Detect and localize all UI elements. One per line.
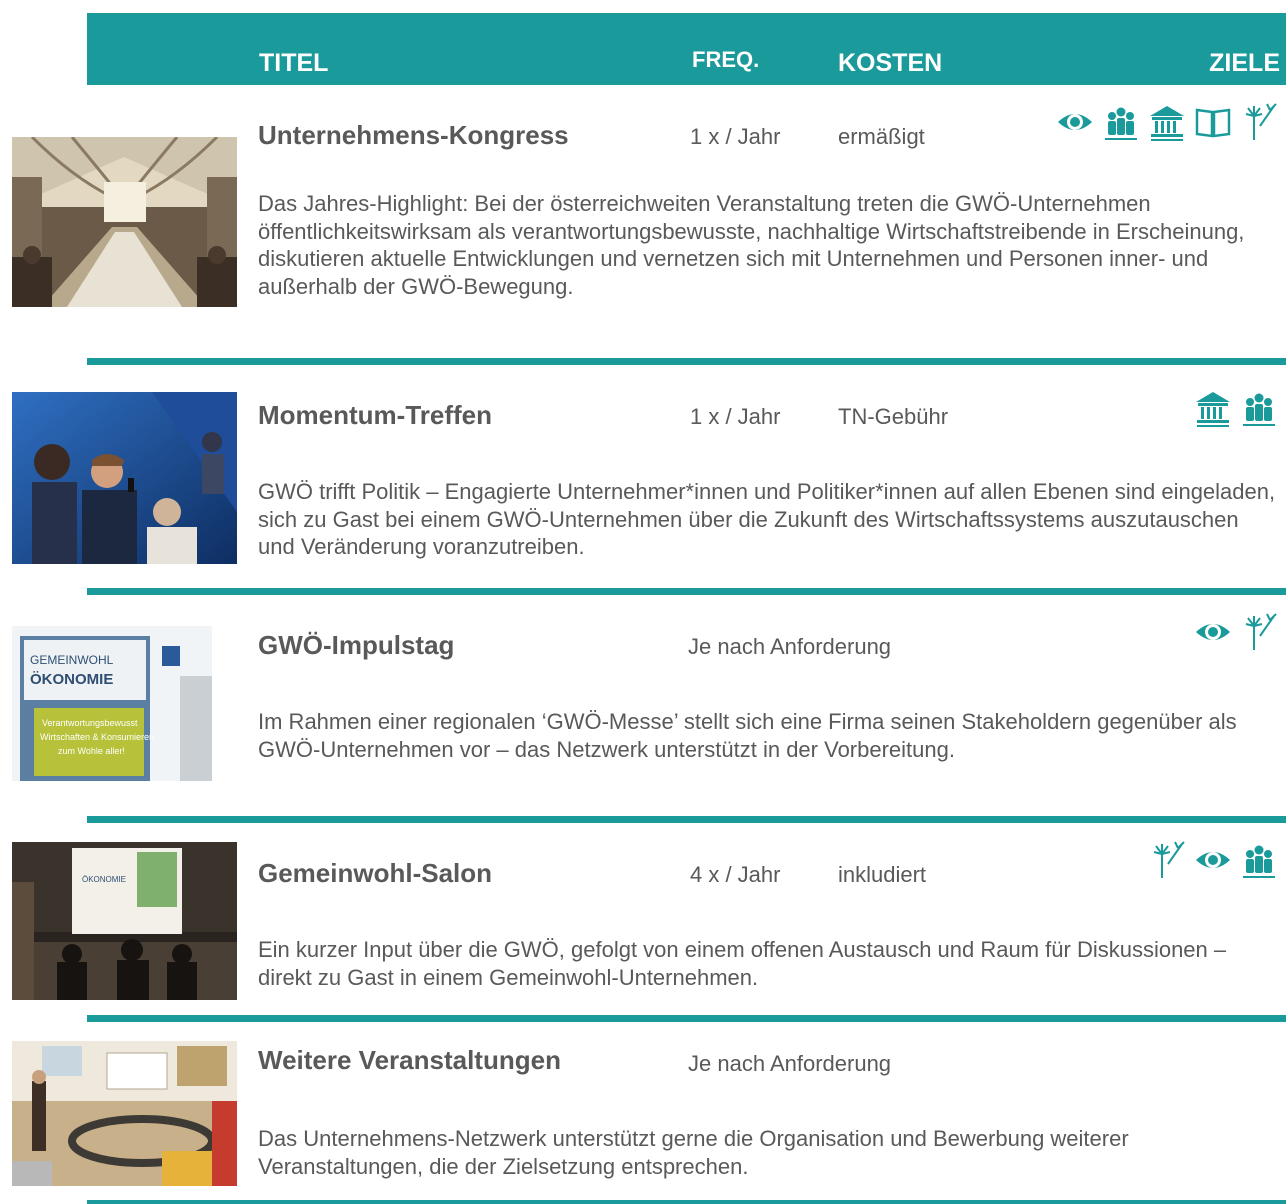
event-frequency: 4 x / Jahr [690,862,781,887]
row-divider [87,1015,1286,1022]
people-icon [1240,388,1278,428]
event-frequency: Je nach Anforderung [688,634,892,659]
svg-text:ÖKONOMIE: ÖKONOMIE [82,875,126,884]
row-divider [87,816,1286,823]
banner-text-line2: ÖKONOMIE [30,671,113,688]
people-icon [1240,840,1278,880]
event-frequency: 1 x / Jahr [690,404,781,429]
event-cost: ermäßigt [838,124,925,149]
header-costs: KOSTEN [838,49,943,77]
event-title: Unternehmens-Kongress [258,120,569,150]
row-divider [87,1200,1286,1204]
event-frequency: 1 x / Jahr [690,124,781,149]
event-description: Das Unternehmens-Netzwerk unterstützt ge… [258,1126,1129,1179]
event-cost: TN-Gebühr [838,404,949,429]
institution-icon [1194,388,1232,428]
table-header: TITEL FREQ. KOSTEN ZIELE [87,13,1286,85]
people-icon [1102,102,1140,142]
header-goals: ZIELE [1209,49,1280,77]
event-title: Gemeinwohl-Salon [258,858,493,888]
dandelion-icon [1148,840,1186,880]
banner-text-line4: Wirtschaften & Konsumieren [40,732,154,742]
row-divider [87,358,1286,365]
event-title: Weitere Veranstaltungen [258,1045,561,1075]
eye-icon [1056,102,1094,142]
event-goal-icons [1194,388,1278,428]
event-frequency: Je nach Anforderung [688,1051,892,1076]
eye-icon [1194,840,1232,880]
event-photo-panel-discussion [12,392,237,564]
event-description: GWÖ trifft Politik – Engagierte Unterneh… [258,479,1276,559]
banner-text-line5: zum Wohle aller! [58,746,125,756]
institution-icon [1148,102,1186,142]
event-photo-salon: ÖKONOMIE [12,842,237,1000]
banner-text-line1: GEMEINWOHL [30,653,114,667]
event-goal-icons [1056,102,1278,142]
header-title: TITEL [259,49,329,77]
event-title: GWÖ-Impulstag [258,630,455,660]
event-photo-congress-hall [12,137,237,307]
event-description: Ein kurzer Input über die GWÖ, gefolgt v… [258,937,1227,990]
banner-text-line3: Verantwortungsbewusst [42,718,138,728]
dandelion-icon [1240,102,1278,142]
event-photo-banner: GEMEINWOHL ÖKONOMIE Verantwortungsbewuss… [12,626,212,781]
event-goal-icons [1194,612,1278,652]
eye-icon [1194,612,1232,652]
event-photo-workshop [12,1041,237,1186]
event-description: Das Jahres-Highlight: Bei der österreich… [258,191,1245,299]
row-divider [87,588,1286,595]
event-cost: inkludiert [838,862,927,887]
event-goal-icons [1148,840,1278,880]
event-description: Im Rahmen einer regionalen ‘GWÖ-Messe’ s… [258,709,1237,762]
event-title: Momentum-Treffen [258,400,492,430]
dandelion-icon [1240,612,1278,652]
book-icon [1194,102,1232,142]
header-frequency: FREQ. [692,47,760,72]
